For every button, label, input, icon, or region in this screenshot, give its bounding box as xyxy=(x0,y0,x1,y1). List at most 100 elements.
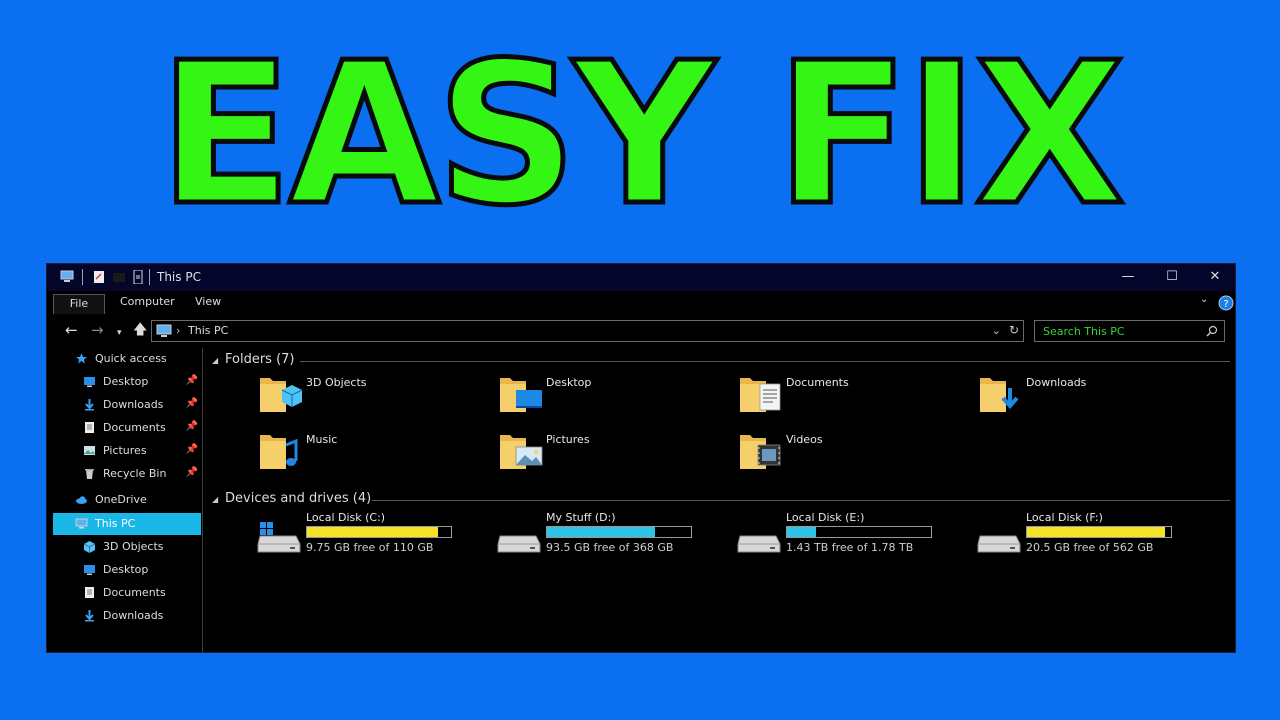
drive-usage-bar xyxy=(1026,526,1172,538)
drive-label: Local Disk (C:) xyxy=(306,511,386,524)
download-icon xyxy=(85,399,94,411)
svg-text:?: ? xyxy=(1223,299,1228,310)
drive-local-disk-f[interactable]: Local Disk (F:) 20.5 GB free of 562 GB xyxy=(976,510,1206,560)
folder-label: Videos xyxy=(786,433,823,446)
computer-icon xyxy=(75,518,88,529)
pin-icon[interactable]: 📌 xyxy=(186,398,198,409)
pin-icon[interactable]: 📌 xyxy=(186,421,198,432)
folder-music[interactable]: Music xyxy=(256,427,486,477)
recent-locations-chevron-icon[interactable]: ▾ xyxy=(117,325,122,341)
sidebar-item-desktop[interactable]: Desktop xyxy=(47,559,202,581)
sidebar-item-quick-access[interactable]: Quick access xyxy=(47,348,202,370)
pin-icon[interactable]: 📌 xyxy=(186,467,198,478)
sidebar-item-documents[interactable]: Documents xyxy=(47,582,202,604)
folder-label: 3D Objects xyxy=(306,376,367,389)
hard-drive-icon xyxy=(737,535,781,553)
drive-free-space: 1.43 TB free of 1.78 TB xyxy=(786,541,914,554)
refresh-icon[interactable]: ↻ xyxy=(1009,323,1019,337)
search-input[interactable]: Search This PC xyxy=(1043,325,1125,338)
forward-arrow-icon[interactable]: → xyxy=(91,322,104,338)
drive-usage-bar xyxy=(306,526,452,538)
collapse-folders-icon[interactable]: ◢ xyxy=(212,356,218,365)
recycle-bin-icon xyxy=(85,469,94,479)
sidebar-item-downloads[interactable]: Downloads xyxy=(47,605,202,627)
maximize-button[interactable]: ☐ xyxy=(1157,267,1187,287)
sidebar-item-label: This PC xyxy=(95,517,136,530)
computer-icon xyxy=(60,270,74,282)
folder-3d-icon xyxy=(260,378,303,412)
drive-usage-bar xyxy=(546,526,692,538)
new-folder-icon[interactable] xyxy=(112,270,126,284)
desktop-icon xyxy=(84,377,95,387)
drive-local-disk-c[interactable]: Local Disk (C:) 9.75 GB free of 110 GB xyxy=(256,510,486,560)
hard-drive-icon xyxy=(257,522,301,553)
back-arrow-icon[interactable]: ← xyxy=(65,322,78,338)
drive-my-stuff-d[interactable]: My Stuff (D:) 93.5 GB free of 368 GB xyxy=(496,510,726,560)
sidebar-item-this-pc[interactable]: This PC xyxy=(53,513,201,535)
file-explorer-window: This PC — ☐ ✕ File Computer View ⌄ ? ← →… xyxy=(46,263,1236,653)
properties-icon[interactable] xyxy=(92,270,106,284)
folder-videos[interactable]: Videos xyxy=(736,427,966,477)
folder-documents[interactable]: Documents xyxy=(736,370,966,420)
folder-pictures[interactable]: Pictures xyxy=(496,427,726,477)
up-arrow-icon[interactable]: 🡅 xyxy=(133,322,147,338)
breadcrumb-separator-icon: › xyxy=(176,324,181,337)
chevron-down-icon[interactable]: ⌄ xyxy=(1200,294,1208,305)
sidebar-item-pictures[interactable]: Pictures 📌 xyxy=(47,440,202,462)
address-dropdown-icon[interactable]: ⌄ xyxy=(992,324,1001,337)
folder-label: Documents xyxy=(786,376,849,389)
sidebar-item-onedrive[interactable]: OneDrive xyxy=(47,489,202,511)
search-box[interactable]: Search This PC xyxy=(1034,320,1225,342)
sidebar-item-label: Desktop xyxy=(103,375,149,388)
tab-file[interactable]: File xyxy=(53,294,105,314)
address-text: This PC xyxy=(188,324,229,337)
navigation-pane: Quick access Desktop 📌 Downloads 📌 Documents 📌… xyxy=(47,348,203,652)
folder-label: Pictures xyxy=(546,433,590,446)
sidebar-item-label: Desktop xyxy=(103,563,149,576)
document-icon xyxy=(85,587,94,598)
tab-view[interactable]: View xyxy=(195,295,221,308)
tab-computer[interactable]: Computer xyxy=(120,295,175,308)
headline-text: EASY FIX xyxy=(156,21,1128,249)
cube-icon xyxy=(83,541,96,553)
search-icon[interactable] xyxy=(1206,325,1218,337)
folder-3d-objects[interactable]: 3D Objects xyxy=(256,370,486,420)
help-icon[interactable]: ? xyxy=(1218,295,1234,311)
navigation-bar: ← → ▾ 🡅 › This PC ⌄ ↻ Search This PC xyxy=(47,317,1235,345)
folder-desktop[interactable]: Desktop xyxy=(496,370,726,420)
sidebar-item-recycle-bin[interactable]: Recycle Bin 📌 xyxy=(47,463,202,485)
customize-toolbar-icon[interactable] xyxy=(131,270,145,284)
window-title: This PC xyxy=(157,270,201,284)
folders-group-header[interactable]: Folders (7) xyxy=(225,352,295,367)
close-button[interactable]: ✕ xyxy=(1200,267,1230,287)
hard-drive-icon xyxy=(977,535,1021,553)
sidebar-item-label: Quick access xyxy=(95,352,167,365)
star-icon xyxy=(76,353,87,364)
title-bar[interactable]: This PC — ☐ ✕ xyxy=(47,264,1235,291)
address-bar[interactable]: › This PC ⌄ ↻ xyxy=(151,320,1024,342)
folder-pictures-icon xyxy=(500,435,543,469)
minimize-button[interactable]: — xyxy=(1113,267,1143,287)
sidebar-item-desktop[interactable]: Desktop 📌 xyxy=(47,371,202,393)
sidebar-item-label: OneDrive xyxy=(95,493,147,506)
sidebar-item-label: Documents xyxy=(103,421,166,434)
sidebar-item-downloads[interactable]: Downloads 📌 xyxy=(47,394,202,416)
folder-downloads[interactable]: Downloads xyxy=(976,370,1206,420)
drives-group-header[interactable]: Devices and drives (4) xyxy=(225,491,371,506)
drive-local-disk-e[interactable]: Local Disk (E:) 1.43 TB free of 1.78 TB xyxy=(736,510,966,560)
pin-icon[interactable]: 📌 xyxy=(186,444,198,455)
computer-icon xyxy=(156,324,172,337)
pin-icon[interactable]: 📌 xyxy=(186,375,198,386)
drive-free-space: 9.75 GB free of 110 GB xyxy=(306,541,434,554)
sidebar-item-label: Pictures xyxy=(103,444,147,457)
drive-label: Local Disk (E:) xyxy=(786,511,865,524)
folder-downloads-icon xyxy=(980,378,1019,412)
drive-free-space: 93.5 GB free of 368 GB xyxy=(546,541,674,554)
ribbon-tabs: File Computer View ⌄ ? xyxy=(47,291,1235,315)
content-pane: ◢ Folders (7) 3D Objects Desktop Documents… xyxy=(204,348,1235,652)
desktop-icon xyxy=(84,565,95,575)
sidebar-item-3d-objects[interactable]: 3D Objects xyxy=(47,536,202,558)
sidebar-item-documents[interactable]: Documents 📌 xyxy=(47,417,202,439)
collapse-drives-icon[interactable]: ◢ xyxy=(212,495,218,504)
pictures-icon xyxy=(84,446,95,455)
